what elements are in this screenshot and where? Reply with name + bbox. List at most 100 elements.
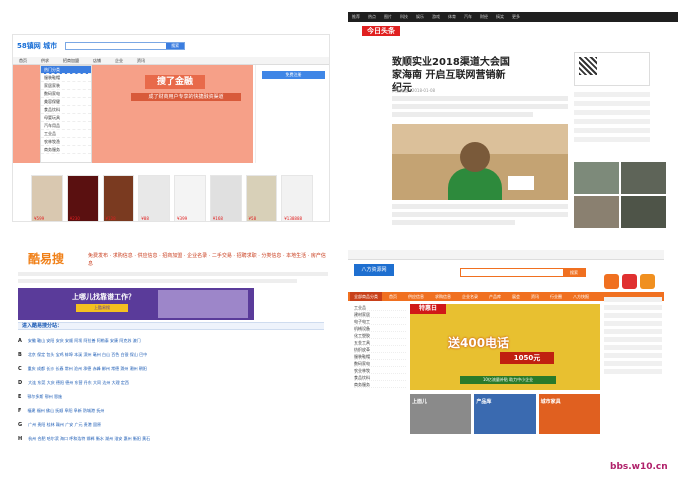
q2-article-text	[392, 204, 568, 228]
q4-category-item[interactable]: 数码家电	[354, 360, 406, 367]
q3-top-links[interactable]: 免费发布 · 求购信息 · 供应信息 · 招商加盟 · 企业名录 · 二手交易 …	[88, 252, 328, 268]
q4-category-item[interactable]: 化工塑胶	[354, 332, 406, 339]
q2-thumb[interactable]	[574, 162, 619, 194]
q2-topbar-item[interactable]: 搞笑	[496, 12, 504, 22]
q1-category-item[interactable]: 服装鞋帽	[41, 74, 91, 82]
q1-product[interactable]: ¥399	[174, 175, 206, 221]
q1-category-item[interactable]: 工业品	[41, 130, 91, 138]
q3-city-row[interactable]: C 重庆 成都 长沙 长春 常州 沧州 承德 赤峰 郴州 常德 滁州 潮州 朝阳	[18, 366, 324, 372]
q4-category-item[interactable]: 五金工具	[354, 339, 406, 346]
q4-category-item[interactable]: 纺织皮革	[354, 346, 406, 353]
app-icon[interactable]	[640, 274, 655, 289]
q4-category-item[interactable]: 建材家居	[354, 311, 406, 318]
q2-qr-card[interactable]	[574, 52, 650, 86]
q4-category-item[interactable]: 商务服务	[354, 381, 406, 388]
q3-city-row[interactable]: E 鄂尔多斯 鄂州 恩施	[18, 394, 324, 400]
q1-category-item[interactable]: 家居家装	[41, 82, 91, 90]
q2-topbar-item[interactable]: 娱乐	[416, 12, 424, 22]
q1-product[interactable]: ¥168	[209, 175, 242, 221]
q4-nav-item[interactable]: 八方快报	[569, 292, 593, 301]
q2-topbar-item[interactable]: 推荐	[352, 12, 360, 22]
q1-logo[interactable]: 58镇网 城市	[17, 41, 57, 51]
q4-nav-item[interactable]: 企业名录	[458, 292, 482, 301]
q3-banner[interactable]: 上哪儿找靠谱工作？ 上酷易搜	[18, 288, 254, 320]
q1-search-input[interactable]: 搜索	[65, 42, 186, 50]
q2-topbar-item[interactable]: 图片	[384, 12, 392, 22]
q3-city-row[interactable]: A 安徽 鞍山 安阳 安庆 安顺 阿坝 阿拉善 阿勒泰 安康 阿克苏 澳门	[18, 338, 324, 344]
q1-right-panel: 免费注册	[255, 65, 329, 163]
q4-nav-item[interactable]: 首页	[385, 292, 401, 301]
app-icon[interactable]	[622, 274, 637, 289]
q1-category-item[interactable]: 商务服务	[41, 146, 91, 154]
q4-promo-banner[interactable]: 特惠日 送400电话 1050元 10亿流量补贴 助力中小企业	[410, 304, 600, 390]
q4-app-icons	[604, 274, 662, 289]
q3-banner-people	[158, 290, 248, 318]
q4-banner-ribbon: 特惠日	[410, 304, 446, 314]
q2-topbar-item[interactable]: 游戏	[432, 12, 440, 22]
q4-nav-item[interactable]: 行业圈	[546, 292, 566, 301]
app-icon[interactable]	[604, 274, 619, 289]
q2-topbar-item[interactable]: 体育	[448, 12, 456, 22]
q2-topbar-item[interactable]: 更多	[512, 12, 520, 22]
q1-register-button[interactable]: 免费注册	[262, 71, 325, 79]
q1-category-item[interactable]: 食品饮料	[41, 106, 91, 114]
q2-logo[interactable]: 今日头条	[362, 26, 400, 36]
q2-article-body	[392, 96, 568, 120]
q1-search-button[interactable]: 搜索	[166, 43, 185, 49]
q4-nav-item[interactable]: 供应信息	[404, 292, 428, 301]
q1-category-item[interactable]: 热门分类	[41, 66, 91, 74]
q4-category-item[interactable]: 农业林牧	[354, 367, 406, 374]
q4-logo[interactable]: 八方资源网	[354, 264, 394, 276]
q1-category-item[interactable]: 母婴玩具	[41, 114, 91, 122]
q4-nav-item[interactable]: 求购信息	[431, 292, 455, 301]
q3-city-row[interactable]: F 福建 福州 佛山 抚顺 阜阳 阜新 防城港 抚州	[18, 408, 324, 414]
q3-city-row[interactable]: B 北京 保定 包头 宝鸡 蚌埠 本溪 滨州 亳州 白山 百色 白银 保山 巴中	[18, 352, 324, 358]
q4-nav-item[interactable]: 展会	[508, 292, 524, 301]
q1-product[interactable]: ¥88	[138, 175, 170, 221]
q1-category-sidebar: 热门分类 服装鞋帽 家居家装 数码家电 美容保健 食品饮料 母婴玩具 汽车用品 …	[40, 65, 92, 163]
q2-topbar-item[interactable]: 财经	[480, 12, 488, 22]
q2-image-grid	[574, 162, 666, 228]
q2-topbar-item[interactable]: 热点	[368, 12, 376, 22]
q2-thumb[interactable]	[621, 162, 666, 194]
q4-nav-item[interactable]: 产品库	[485, 292, 505, 301]
q1-nav-item[interactable]: 企业	[115, 57, 123, 64]
q1-header: 58镇网 城市 搜索	[13, 35, 329, 57]
q1-nav-item[interactable]: 招商加盟	[63, 57, 79, 64]
q3-logo[interactable]: 酷易搜	[28, 250, 64, 267]
q4-search-input[interactable]: 搜索	[460, 268, 586, 277]
q1-category-item[interactable]: 美容保健	[41, 98, 91, 106]
q3-city-row[interactable]: G 广州 贵阳 桂林 赣州 广安 广元 贵港 固原	[18, 422, 324, 428]
q1-category-item[interactable]: 农林牧渔	[41, 138, 91, 146]
q3-banner-button[interactable]: 上酷易搜	[76, 304, 128, 312]
q4-tile[interactable]: 城市家具	[538, 394, 600, 434]
q1-category-item[interactable]: 汽车用品	[41, 122, 91, 130]
q1-nav-item[interactable]: 店铺	[93, 57, 101, 64]
q1-product[interactable]: ¥128	[102, 175, 135, 221]
q4-tile[interactable]: 上面儿	[410, 394, 472, 434]
q1-product[interactable]: ¥230	[66, 175, 99, 221]
q1-nav-item[interactable]: 供求	[41, 57, 49, 64]
q2-topbar-item[interactable]: 汽车	[464, 12, 472, 22]
q1-nav-item[interactable]: 首页	[19, 57, 27, 64]
q4-nav-item[interactable]: 全部商品分类	[350, 292, 382, 301]
q1-product[interactable]: ¥138888	[281, 175, 313, 221]
q3-city-row[interactable]: D 大连 东莞 大庆 德阳 德州 东营 丹东 大同 达州 大理 定西	[18, 380, 324, 386]
q4-category-item[interactable]: 机械设备	[354, 325, 406, 332]
q1-category-item[interactable]: 数码家电	[41, 90, 91, 98]
q4-tile[interactable]: 产品库	[474, 394, 536, 434]
q4-category-item[interactable]: 食品饮料	[354, 374, 406, 381]
q1-product[interactable]: ¥599	[31, 175, 63, 221]
q3-city-row[interactable]: H 杭州 合肥 哈尔滨 海口 呼和浩特 邯郸 衡水 湖州 淮安 惠州 衡阳 黄石	[18, 436, 324, 442]
q4-nav-item[interactable]: 资讯	[527, 292, 543, 301]
q2-article-photo	[392, 124, 568, 200]
q4-category-item[interactable]: 电子电工	[354, 318, 406, 325]
q1-product[interactable]: ¥58	[245, 175, 278, 221]
q4-category-item[interactable]: 服装鞋帽	[354, 353, 406, 360]
q1-nav-item[interactable]: 资讯	[137, 57, 145, 64]
q4-search-button[interactable]: 搜索	[563, 269, 585, 276]
q2-topbar-item[interactable]: 科技	[400, 12, 408, 22]
q2-thumb[interactable]	[574, 196, 619, 228]
q2-thumb[interactable]	[621, 196, 666, 228]
q4-category-item[interactable]: 工业品	[354, 304, 406, 311]
